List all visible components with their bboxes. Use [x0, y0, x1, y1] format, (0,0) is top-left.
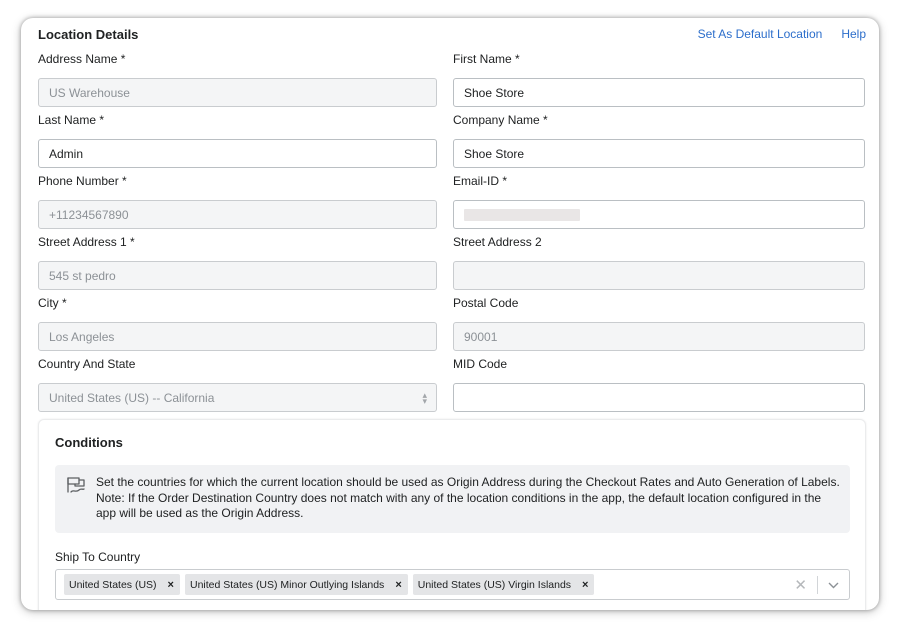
- first-name-input[interactable]: Shoe Store: [453, 78, 865, 107]
- mid-code-label: MID Code: [453, 357, 508, 371]
- email-label: Email-ID *: [453, 174, 508, 188]
- flag-route-icon: [65, 474, 87, 496]
- country-tag: United States (US) ×: [64, 574, 180, 595]
- city-label: City *: [38, 296, 67, 310]
- street-address-2-input[interactable]: [453, 261, 865, 290]
- address-name-input[interactable]: US Warehouse: [38, 78, 437, 107]
- address-name-label: Address Name *: [38, 52, 126, 66]
- country-tag: United States (US) Virgin Islands ×: [412, 574, 595, 595]
- clear-all-icon[interactable]: ✕: [784, 576, 817, 594]
- mid-code-field: MID Code: [453, 357, 865, 412]
- conditions-section: Conditions Set the countries for which t…: [38, 419, 866, 610]
- ship-to-country-label: Ship To Country: [55, 550, 141, 564]
- company-name-input[interactable]: Shoe Store: [453, 139, 865, 168]
- company-name-label: Company Name *: [453, 113, 548, 127]
- country-tag-label: United States (US) Virgin Islands: [417, 578, 572, 591]
- country-tag-label: United States (US) Minor Outlying Island…: [189, 578, 385, 591]
- city-field: City * Los Angeles: [38, 296, 437, 351]
- info-banner-text: Set the countries for which the current …: [96, 475, 840, 520]
- set-default-location-link[interactable]: Set As Default Location: [698, 27, 823, 41]
- street-address-1-input[interactable]: 545 st pedro: [38, 261, 437, 290]
- help-link[interactable]: Help: [841, 27, 866, 41]
- select-updown-icon: ▴ ▾: [422, 390, 427, 406]
- first-name-label: First Name *: [453, 52, 520, 66]
- remove-tag-icon[interactable]: ×: [571, 579, 594, 591]
- street-address-2-field: Street Address 2: [453, 235, 865, 290]
- chevron-down-icon[interactable]: [818, 578, 849, 592]
- location-details-card: Location Details Set As Default Location…: [21, 18, 879, 610]
- street-address-1-label: Street Address 1 *: [38, 235, 135, 249]
- email-input[interactable]: [453, 200, 865, 229]
- country-state-value: United States (US) -- California: [49, 390, 215, 405]
- last-name-field: Last Name * Admin: [38, 113, 437, 168]
- address-name-field: Address Name * US Warehouse: [38, 52, 437, 107]
- last-name-input[interactable]: Admin: [38, 139, 437, 168]
- postal-code-label: Postal Code: [453, 296, 519, 310]
- country-state-label: Country And State: [38, 357, 136, 371]
- page-title: Location Details: [38, 27, 139, 42]
- redacted-email: [464, 208, 580, 221]
- email-field: Email-ID *: [453, 174, 865, 229]
- postal-code-input[interactable]: 90001: [453, 322, 865, 351]
- country-state-select[interactable]: United States (US) -- California ▴ ▾: [38, 383, 437, 412]
- country-tag: United States (US) Minor Outlying Island…: [184, 574, 408, 595]
- city-input[interactable]: Los Angeles: [38, 322, 437, 351]
- conditions-title: Conditions: [55, 435, 123, 450]
- remove-tag-icon[interactable]: ×: [157, 579, 180, 591]
- header-links: Set As Default Location Help: [698, 27, 866, 41]
- ship-to-country-multiselect[interactable]: United States (US) × United States (US) …: [55, 569, 850, 600]
- country-state-field: Country And State United States (US) -- …: [38, 357, 437, 412]
- street-address-2-label: Street Address 2: [453, 235, 542, 249]
- mid-code-input[interactable]: [453, 383, 865, 412]
- phone-number-input[interactable]: +11234567890: [38, 200, 437, 229]
- info-banner: Set the countries for which the current …: [55, 465, 850, 533]
- postal-code-field: Postal Code 90001: [453, 296, 865, 351]
- multiselect-controls: ✕: [784, 570, 849, 599]
- remove-tag-icon[interactable]: ×: [384, 579, 407, 591]
- phone-number-label: Phone Number *: [38, 174, 127, 188]
- country-tag-label: United States (US): [69, 578, 157, 591]
- last-name-label: Last Name *: [38, 113, 105, 127]
- first-name-field: First Name * Shoe Store: [453, 52, 865, 107]
- company-name-field: Company Name * Shoe Store: [453, 113, 865, 168]
- street-address-1-field: Street Address 1 * 545 st pedro: [38, 235, 437, 290]
- phone-number-field: Phone Number * +11234567890: [38, 174, 437, 229]
